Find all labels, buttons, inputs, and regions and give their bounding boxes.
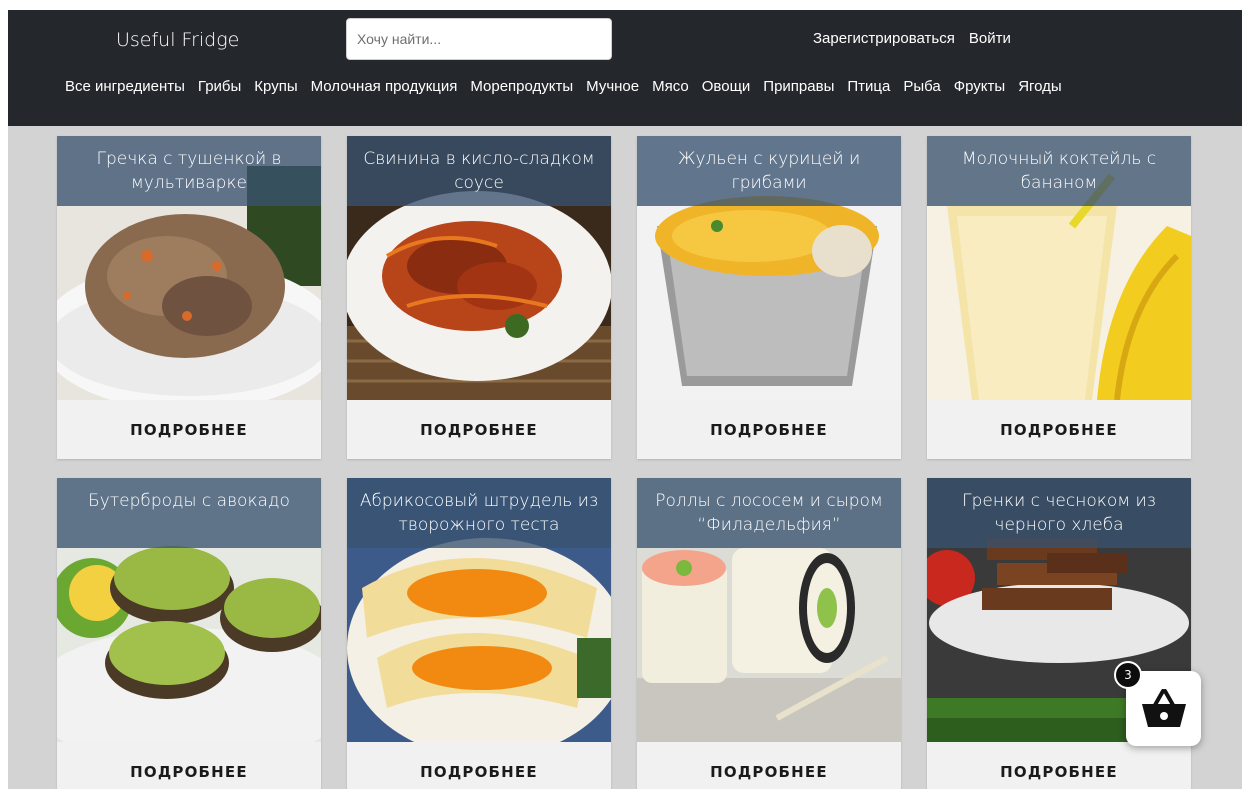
- details-button[interactable]: ПОДРОБНЕЕ: [637, 742, 901, 789]
- recipe-card: Молочный коктейль с бананом ПОДРОБНЕЕ: [927, 136, 1191, 459]
- recipe-title: Молочный коктейль с бананом: [927, 136, 1191, 206]
- recipe-card: Бутерброды с авокадо ПОДРОБНЕЕ: [57, 478, 321, 789]
- recipe-title: Абрикосовый штрудель из творожного теста: [347, 478, 611, 548]
- category-mushrooms[interactable]: Грибы: [198, 78, 241, 95]
- category-vegetables[interactable]: Овощи: [702, 78, 751, 95]
- top-navbar: Useful Fridge Зарегистрироваться Войти В…: [8, 10, 1242, 126]
- category-spices[interactable]: Приправы: [763, 78, 834, 95]
- category-grains[interactable]: Крупы: [254, 78, 297, 95]
- category-all[interactable]: Все ингредиенты: [65, 78, 185, 95]
- login-link[interactable]: Войти: [969, 30, 1011, 47]
- details-button[interactable]: ПОДРОБНЕЕ: [637, 400, 901, 459]
- recipe-card: Жульен с курицей и грибами ПОДРОБНЕЕ: [637, 136, 901, 459]
- details-button[interactable]: ПОДРОБНЕЕ: [927, 400, 1191, 459]
- category-meat[interactable]: Мясо: [652, 78, 689, 95]
- recipe-card: Свинина в кисло-сладком соусе ПОДРОБНЕЕ: [347, 136, 611, 459]
- recipe-card: Гречка с тушенкой в мультиварке ПОДРОБНЕ…: [57, 136, 321, 459]
- recipe-title: Свинина в кисло-сладком соусе: [347, 136, 611, 206]
- page-background: Useful Fridge Зарегистрироваться Войти В…: [8, 10, 1242, 789]
- search-input[interactable]: [346, 18, 612, 60]
- category-berries[interactable]: Ягоды: [1018, 78, 1062, 95]
- category-nav: Все ингредиенты Грибы Крупы Молочная про…: [65, 78, 1062, 95]
- category-seafood[interactable]: Морепродукты: [470, 78, 573, 95]
- recipe-title: Роллы с лососем и сыром “Филадельфия”: [637, 478, 901, 548]
- recipe-title: Гренки с чесноком из черного хлеба: [927, 478, 1191, 548]
- recipe-title: Жульен с курицей и грибами: [637, 136, 901, 206]
- brand-logo[interactable]: Useful Fridge: [116, 28, 239, 52]
- details-button[interactable]: ПОДРОБНЕЕ: [57, 742, 321, 789]
- register-link[interactable]: Зарегистрироваться: [813, 30, 955, 47]
- recipe-title: Гречка с тушенкой в мультиварке: [57, 136, 321, 206]
- category-dairy[interactable]: Молочная продукция: [311, 78, 458, 95]
- details-button[interactable]: ПОДРОБНЕЕ: [347, 742, 611, 789]
- category-flour[interactable]: Мучное: [586, 78, 639, 95]
- category-fruits[interactable]: Фрукты: [954, 78, 1005, 95]
- recipe-title: Бутерброды с авокадо: [57, 478, 321, 548]
- details-button[interactable]: ПОДРОБНЕЕ: [347, 400, 611, 459]
- category-fish[interactable]: Рыба: [903, 78, 940, 95]
- category-poultry[interactable]: Птица: [847, 78, 890, 95]
- recipe-card: Роллы с лососем и сыром “Филадельфия” ПО…: [637, 478, 901, 789]
- recipe-card: Абрикосовый штрудель из творожного теста…: [347, 478, 611, 789]
- basket-icon: [1142, 689, 1186, 727]
- cart-count-badge: 3: [1114, 661, 1142, 689]
- auth-links: Зарегистрироваться Войти: [813, 30, 1011, 47]
- details-button[interactable]: ПОДРОБНЕЕ: [927, 742, 1191, 789]
- details-button[interactable]: ПОДРОБНЕЕ: [57, 400, 321, 459]
